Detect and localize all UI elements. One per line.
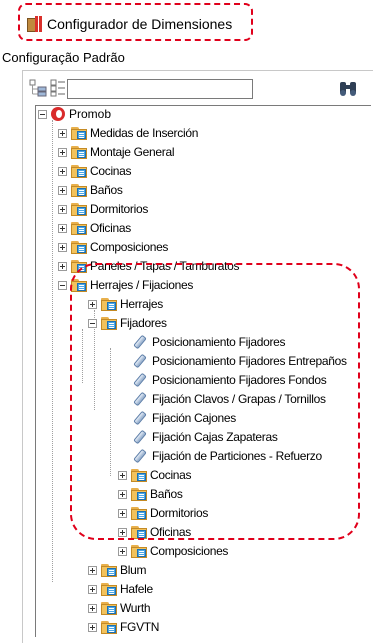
folder-icon	[71, 221, 87, 235]
collapse-toggle-icon[interactable]	[38, 109, 47, 119]
expand-toggle-icon[interactable]	[88, 584, 97, 594]
expand-toggle-icon[interactable]	[88, 603, 97, 613]
expand-toggle-icon[interactable]	[58, 185, 67, 195]
tree-node-folder[interactable]: FGVTN	[88, 619, 159, 635]
folder-icon	[71, 183, 87, 197]
tree-node-folder[interactable]: Cocinas	[58, 163, 132, 179]
expand-toggle-icon[interactable]	[58, 147, 67, 157]
tree-node-folder[interactable]: Composiciones	[58, 239, 168, 255]
tree-node-folder[interactable]: Montaje General	[58, 144, 175, 160]
folder-icon	[71, 164, 87, 178]
tree-node-folder[interactable]: Hafele	[88, 581, 153, 597]
title-highlight-box	[18, 3, 253, 41]
folder-icon	[101, 620, 117, 634]
folder-icon	[101, 582, 117, 596]
expand-all-icon[interactable]	[29, 79, 47, 97]
folder-icon	[101, 563, 117, 577]
folder-icon	[131, 544, 147, 558]
configuration-label: Configuração Padrão	[2, 50, 125, 65]
expand-toggle-icon[interactable]	[118, 546, 127, 556]
expand-toggle-icon[interactable]	[58, 261, 67, 271]
expand-toggle-icon[interactable]	[58, 204, 67, 214]
binoculars-search-icon[interactable]	[338, 80, 358, 98]
tree-node-folder[interactable]: Composiciones	[118, 543, 228, 559]
collapse-toggle-icon[interactable]	[58, 280, 67, 290]
folder-icon	[71, 126, 87, 140]
expand-toggle-icon[interactable]	[88, 622, 97, 632]
tree-node-promob[interactable]: Promob	[38, 106, 111, 122]
fijadores-highlight-box	[70, 263, 360, 540]
expand-toggle-icon[interactable]	[58, 223, 67, 233]
collapse-all-icon[interactable]	[49, 79, 67, 97]
expand-toggle-icon[interactable]	[58, 166, 67, 176]
promob-logo-icon	[51, 106, 66, 122]
folder-icon	[101, 601, 117, 615]
tree-node-folder[interactable]: Oficinas	[58, 220, 131, 236]
folder-icon	[71, 240, 87, 254]
expand-toggle-icon[interactable]	[58, 128, 67, 138]
folder-icon	[71, 145, 87, 159]
tree-node-folder[interactable]: Wurth	[88, 600, 151, 616]
tree-node-folder[interactable]: Blum	[88, 562, 146, 578]
folder-icon	[71, 202, 87, 216]
tree-node-folder[interactable]: Medidas de Inserción	[58, 125, 198, 141]
expand-toggle-icon[interactable]	[88, 565, 97, 575]
search-input[interactable]	[67, 79, 253, 99]
tree-node-folder[interactable]: Dormitorios	[58, 201, 148, 217]
expand-toggle-icon[interactable]	[58, 242, 67, 252]
tree-node-folder[interactable]: Baños	[58, 182, 123, 198]
